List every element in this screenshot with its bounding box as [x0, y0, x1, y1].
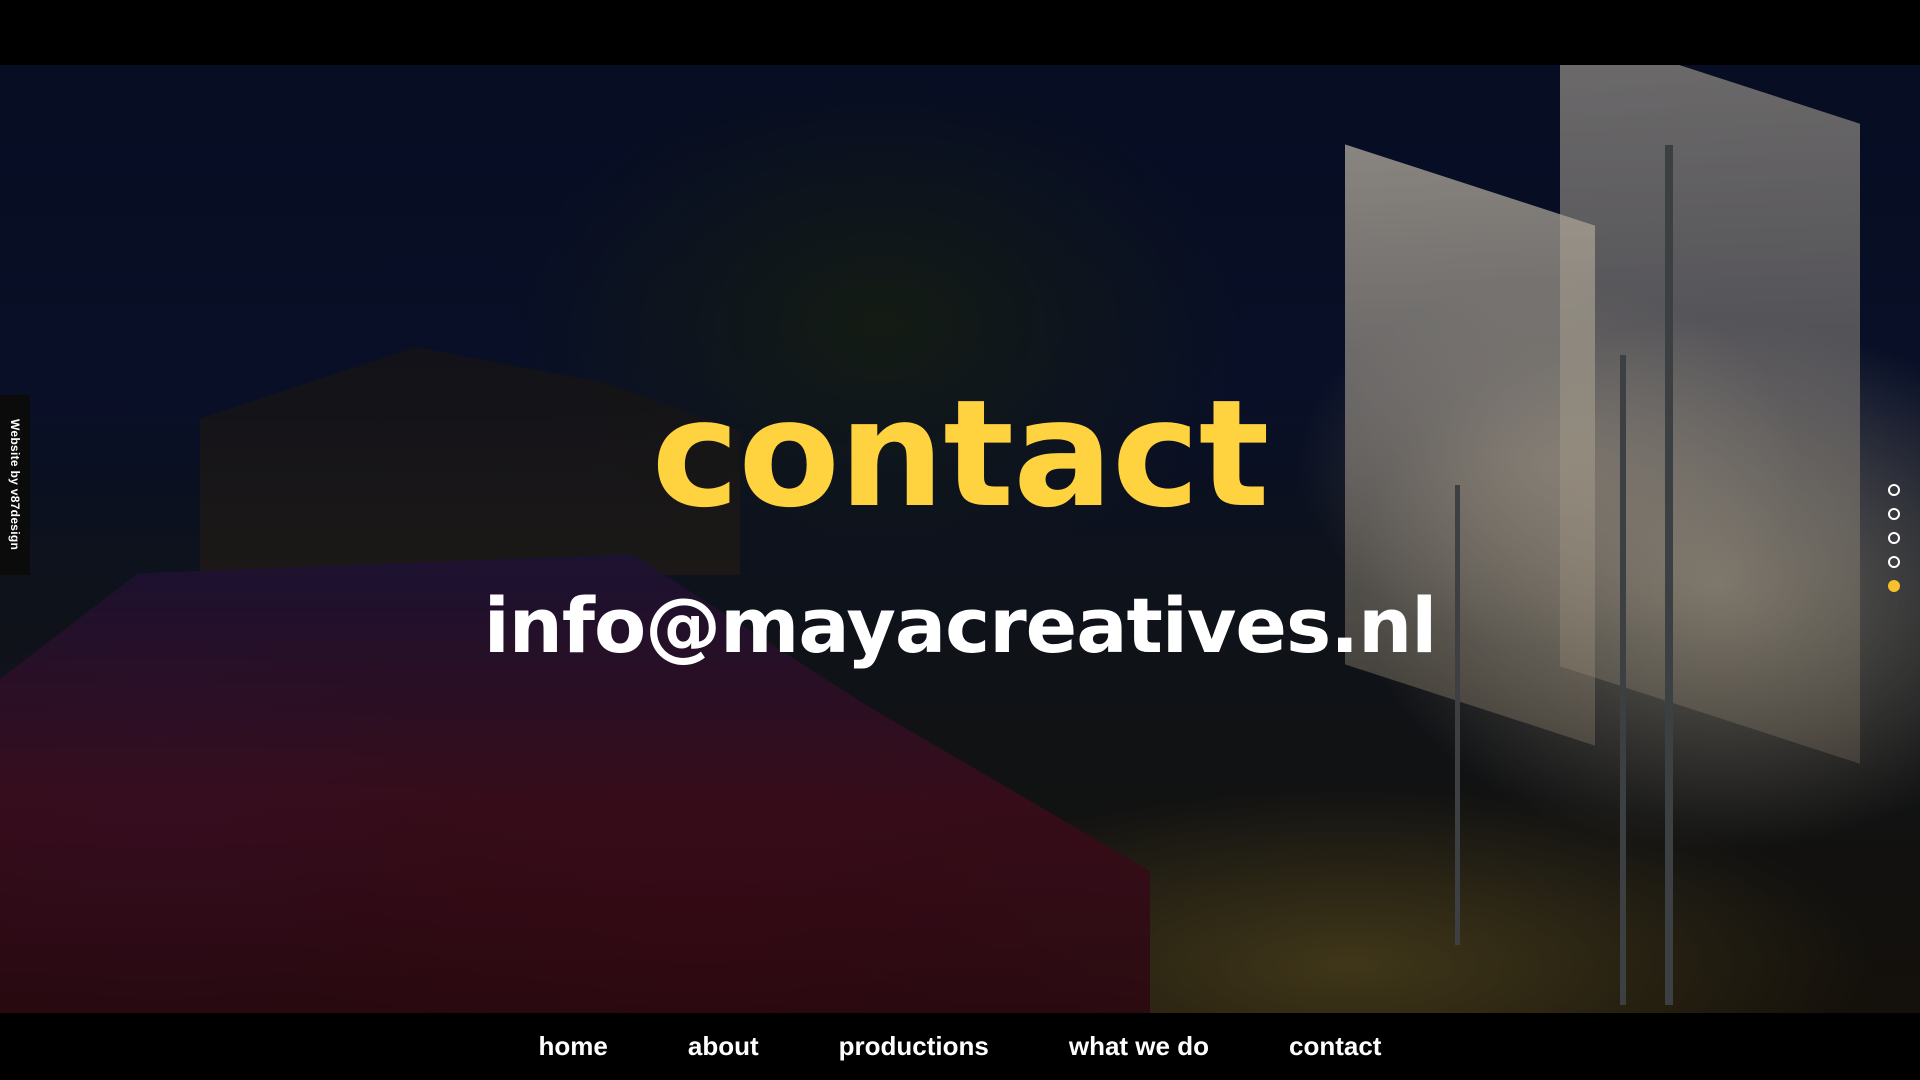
bottom-nav: home about productions what we do contac… [0, 1013, 1920, 1080]
slide-dot-5-active[interactable] [1888, 580, 1900, 592]
slide-dot-4[interactable] [1888, 556, 1900, 568]
slide-dot-1[interactable] [1888, 484, 1900, 496]
nav-about[interactable]: about [688, 1031, 759, 1062]
nav-contact[interactable]: contact [1289, 1031, 1381, 1062]
slide-dots [1888, 484, 1900, 592]
page: Website by v87design contact info@mayacr… [0, 0, 1920, 1080]
email-link[interactable]: info@mayacreatives.nl [0, 588, 1920, 664]
nav-what-we-do[interactable]: what we do [1069, 1031, 1209, 1062]
page-title: contact [651, 368, 1270, 540]
slide-dot-3[interactable] [1888, 532, 1900, 544]
nav-productions[interactable]: productions [839, 1031, 989, 1062]
slide-dot-2[interactable] [1888, 508, 1900, 520]
nav-home[interactable]: home [539, 1031, 608, 1062]
